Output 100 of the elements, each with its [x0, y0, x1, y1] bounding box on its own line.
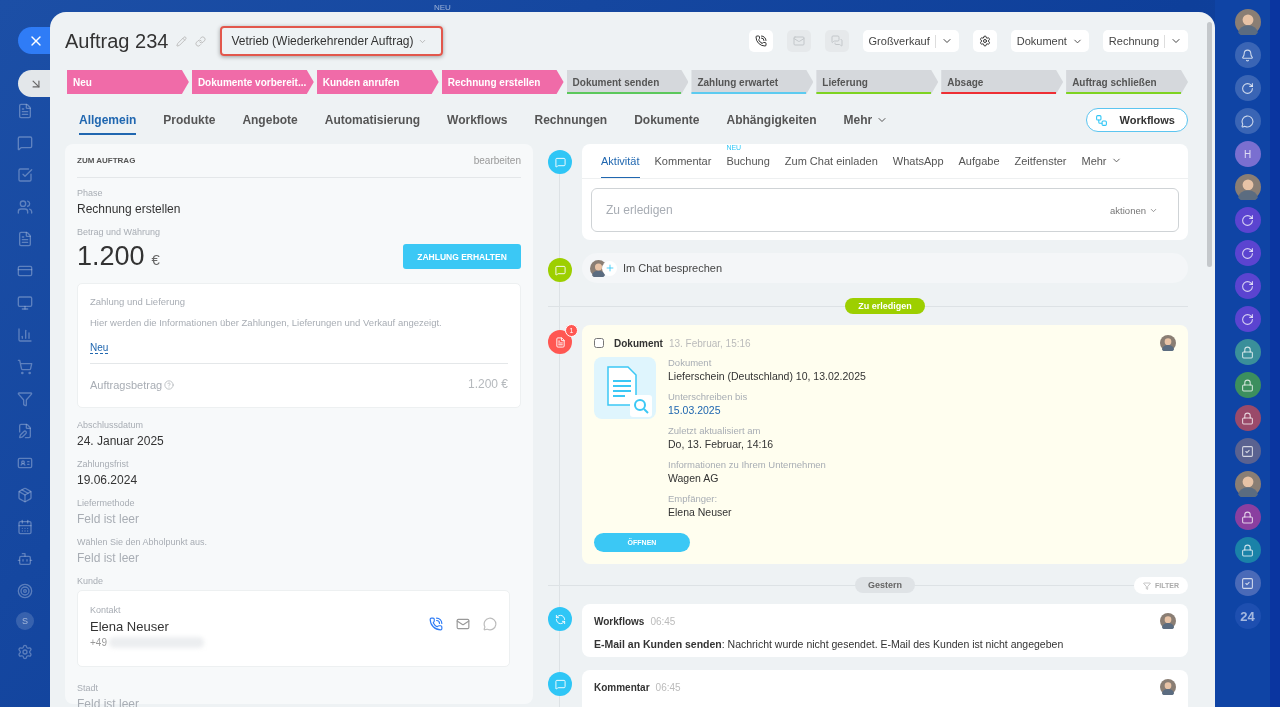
- actions-dropdown[interactable]: aktionen: [1104, 203, 1164, 217]
- avatar: [1160, 613, 1176, 629]
- field-label: Zuletzt aktualisiert am: [668, 425, 762, 436]
- category-dropdown[interactable]: Vetrieb (Wiederkehrender Auftrag): [220, 26, 443, 56]
- field-label: Unterschreiben bis: [668, 391, 749, 402]
- chat-icon[interactable]: [1234, 108, 1261, 134]
- tab[interactable]: Aktivität: [601, 144, 640, 178]
- avatar: [1234, 174, 1261, 200]
- sync-icon[interactable]: [1234, 75, 1261, 101]
- event-text: E-Mail an Kunden senden: Nachricht wurde nicht gesendet. E-Mail des Kunden ist nicht angegeben: [594, 638, 1065, 650]
- link-icon[interactable]: [195, 35, 207, 47]
- logo-text: 24: [1234, 603, 1261, 629]
- tab[interactable]: Kommentar: [654, 144, 712, 178]
- tab[interactable]: Rechnungen: [534, 105, 608, 135]
- day-label: Gestern: [855, 577, 915, 593]
- empty-field-hint: Feld ist leer: [77, 551, 141, 565]
- panel-title: Zahlung und Lieferung: [90, 296, 187, 307]
- tab[interactable]: Zum Chat einladen: [784, 144, 878, 178]
- field-label: Zahlungsfrist: [77, 459, 130, 469]
- field-label: Empfänger:: [668, 493, 719, 504]
- section-label: Zu erledigen: [845, 298, 925, 314]
- tab[interactable]: Automatisierung: [324, 105, 421, 135]
- workflow-icon: [548, 607, 572, 631]
- lock-icon[interactable]: [1234, 405, 1261, 431]
- event-title: Workflows: [594, 615, 645, 627]
- event-time: 06:45: [655, 681, 681, 693]
- sync-icon[interactable]: [1234, 273, 1261, 299]
- stage-step[interactable]: Auftrag schließen: [1066, 70, 1188, 94]
- document-preview-icon: [594, 357, 656, 419]
- avatar: [1160, 679, 1176, 695]
- field-label: Abschlussdatum: [77, 420, 145, 430]
- stage-step[interactable]: Dokument senden: [566, 70, 689, 94]
- bell-icon[interactable]: [1234, 42, 1261, 68]
- filter-icon: [1143, 581, 1151, 590]
- stage-step[interactable]: Absage: [941, 70, 1064, 94]
- settings-button[interactable]: [972, 30, 997, 52]
- card-title: ZUM AUFTRAG: [77, 156, 136, 165]
- split-dropdown-button[interactable]: Rechnung: [1102, 30, 1188, 52]
- field-label: Informationen zu Ihrem Unternehmen: [668, 459, 827, 470]
- todo-input-field[interactable]: Zu erledigen aktionen: [591, 188, 1179, 232]
- chat-icon: [548, 258, 572, 282]
- tab[interactable]: Mehr: [843, 105, 889, 135]
- field-value: Wagen AG: [668, 472, 720, 484]
- scrollbar[interactable]: [1207, 22, 1212, 267]
- checkbox[interactable]: [594, 338, 604, 348]
- tab[interactable]: Workflows: [447, 105, 508, 135]
- sync-icon[interactable]: [1234, 207, 1261, 233]
- date-link[interactable]: 15.03.2025: [668, 404, 866, 416]
- chat-discuss-button[interactable]: Im Chat besprechen: [582, 253, 1188, 283]
- checkbox-icon[interactable]: [1234, 570, 1261, 596]
- contact-name[interactable]: Elena Neuser: [90, 619, 204, 634]
- tab[interactable]: Zeitfenster: [1014, 144, 1067, 178]
- lock-icon[interactable]: [1234, 504, 1261, 530]
- new-link[interactable]: Neu: [90, 342, 109, 354]
- tab[interactable]: WhatsApp: [892, 144, 944, 178]
- lock-icon[interactable]: [1234, 339, 1261, 365]
- field-value: 24. Januar 2025: [77, 434, 165, 448]
- field-label: Wählen Sie den Abholpunkt aus.: [77, 537, 209, 547]
- dropdown-button[interactable]: Dokument: [1010, 30, 1089, 52]
- avatar: [1234, 9, 1261, 35]
- checkbox-icon[interactable]: [1234, 438, 1261, 464]
- event-time: 06:45: [650, 615, 676, 627]
- tab[interactable]: Produkte: [163, 105, 216, 135]
- lock-icon[interactable]: [1234, 372, 1261, 398]
- pencil-icon[interactable]: [176, 35, 188, 47]
- activity-icon: [548, 150, 572, 174]
- stage-step[interactable]: Zahlung erwartet: [691, 70, 814, 94]
- sync-icon[interactable]: [1234, 240, 1261, 266]
- sync-icon[interactable]: [1234, 306, 1261, 332]
- field-label: Kunde: [77, 576, 105, 586]
- field-value: Do, 13. Februar, 14:16: [668, 438, 775, 450]
- total-value: 1.200 €: [467, 377, 508, 391]
- workflows-button[interactable]: Workflows: [1085, 108, 1188, 132]
- tab[interactable]: Angebote: [242, 105, 298, 135]
- lock-icon[interactable]: [1234, 537, 1261, 563]
- tab[interactable]: Mehr: [1081, 144, 1122, 178]
- phone-prefix: +49: [90, 637, 107, 648]
- settings-icon: [978, 35, 991, 47]
- field-value: Lieferschein (Deutschland) 10, 13.02.2025: [668, 370, 866, 382]
- plus-icon: [602, 260, 617, 276]
- field-label: Stadt: [77, 683, 99, 693]
- help-icon[interactable]: [164, 379, 175, 390]
- tab[interactable]: Abhängigkeiten: [726, 105, 817, 135]
- field-label: Dokument: [668, 357, 713, 368]
- event-time: 13. Februar, 15:16: [668, 337, 751, 349]
- info-text: Hier werden die Informationen über Zahlungen, Lieferungen und Verkauf angezeigt.: [90, 317, 443, 328]
- phone-button[interactable]: [748, 30, 773, 52]
- amount-value: 1.200 €: [77, 241, 160, 272]
- mail-icon[interactable]: [456, 617, 470, 631]
- stage-step[interactable]: Lieferung: [816, 70, 939, 94]
- tab[interactable]: Aufgabe: [958, 144, 1000, 178]
- field-value: Elena Neuser: [668, 506, 733, 518]
- chat-icon: [830, 35, 843, 47]
- tab[interactable]: Allgemein: [79, 105, 137, 135]
- tab[interactable]: Dokumente: [634, 105, 700, 135]
- event-title: Dokument: [614, 337, 663, 349]
- avatar: [1234, 471, 1261, 497]
- phone-icon[interactable]: [429, 617, 443, 631]
- split-dropdown-button[interactable]: Großverkauf: [862, 30, 959, 52]
- field-label: Phase: [77, 188, 104, 198]
